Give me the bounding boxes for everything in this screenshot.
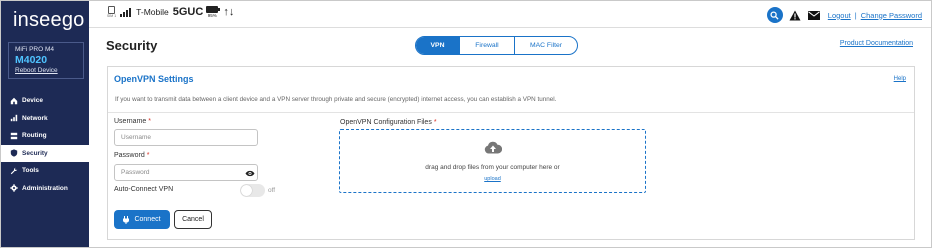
password-input[interactable] bbox=[114, 164, 258, 181]
eye-icon[interactable] bbox=[245, 169, 255, 177]
username-input[interactable] bbox=[114, 129, 258, 146]
routing-icon bbox=[9, 131, 18, 140]
username-label: Username * bbox=[114, 118, 152, 125]
sidebar-item-label: Device bbox=[22, 97, 43, 105]
sidebar-item-device[interactable]: Device bbox=[1, 92, 89, 110]
brand-logo[interactable]: inseego bbox=[13, 9, 84, 32]
device-model: MiFi PRO M4 bbox=[15, 46, 54, 53]
sim-indicator: SIM 1 bbox=[107, 6, 116, 18]
gear-icon bbox=[9, 184, 18, 193]
description-text: If you want to transmit data between a c… bbox=[115, 96, 557, 103]
upload-link[interactable]: upload bbox=[340, 176, 645, 182]
change-password-link[interactable]: Change Password bbox=[861, 11, 922, 20]
mail-icon[interactable] bbox=[807, 10, 820, 20]
product-documentation-link[interactable]: Product Documentation bbox=[840, 40, 913, 47]
divider bbox=[108, 112, 914, 113]
signal-icon bbox=[9, 114, 18, 123]
connect-label: Connect bbox=[134, 216, 161, 223]
sidebar-nav: Device Network Routing Security Tools Ad… bbox=[1, 92, 89, 197]
sidebar-item-label: Routing bbox=[22, 132, 47, 140]
sidebar-item-administration[interactable]: Administration bbox=[1, 180, 89, 198]
required-marker: * bbox=[433, 119, 437, 126]
tab-firewall[interactable]: Firewall bbox=[459, 37, 514, 54]
battery-percent: 95% bbox=[207, 13, 217, 18]
wrench-icon bbox=[9, 166, 18, 175]
sidebar-item-network[interactable]: Network bbox=[1, 110, 89, 128]
cancel-button[interactable]: Cancel bbox=[174, 210, 212, 229]
toggle-knob bbox=[241, 185, 252, 196]
toggle-state-label: off bbox=[268, 187, 276, 194]
tab-vpn[interactable]: VPN bbox=[416, 37, 459, 54]
top-actions: Logout | Change Password bbox=[766, 7, 922, 23]
sidebar-item-label: Administration bbox=[22, 184, 68, 192]
device-info: MiFi PRO M4 M4020 Reboot Device bbox=[8, 42, 84, 79]
password-label: Password * bbox=[114, 152, 150, 159]
file-drop-zone[interactable]: drag and drop files from your computer h… bbox=[339, 129, 646, 193]
required-marker: * bbox=[146, 152, 150, 159]
link-separator: | bbox=[854, 10, 857, 20]
reboot-device-link[interactable]: Reboot Device bbox=[15, 67, 77, 74]
device-status: SIM 1 T-Mobile 5GUC 95% ↑↓ bbox=[107, 6, 234, 18]
drop-instructions: drag and drop files from your computer h… bbox=[425, 164, 560, 171]
openvpn-settings-card: OpenVPN Settings Help If you want to tra… bbox=[107, 66, 915, 240]
required-marker: * bbox=[148, 118, 152, 125]
help-link[interactable]: Help bbox=[894, 76, 906, 82]
sidebar-item-label: Tools bbox=[22, 167, 39, 175]
auto-connect-label: Auto-Connect VPN bbox=[114, 186, 174, 193]
device-name: M4020 bbox=[15, 54, 48, 66]
page-title: Security bbox=[106, 38, 158, 53]
sidebar-item-label: Network bbox=[22, 114, 48, 122]
network-type: 5GUC bbox=[172, 6, 204, 18]
plug-icon bbox=[123, 215, 130, 224]
tab-mac-filter[interactable]: MAC Filter bbox=[514, 37, 577, 54]
sidebar-item-security[interactable]: Security bbox=[1, 144, 89, 162]
sidebar-item-label: Security bbox=[22, 149, 48, 157]
cloud-upload-icon bbox=[484, 141, 502, 154]
carrier-name: T-Mobile bbox=[136, 7, 169, 17]
status-bar: SIM 1 T-Mobile 5GUC 95% ↑↓ Logout | Chan… bbox=[89, 1, 931, 28]
sim-card-icon bbox=[108, 6, 116, 14]
sim-label: SIM 1 bbox=[107, 14, 117, 18]
sidebar-item-routing[interactable]: Routing bbox=[1, 127, 89, 145]
battery-icon bbox=[206, 6, 221, 13]
connect-button[interactable]: Connect bbox=[114, 210, 170, 229]
config-files-label: OpenVPN Configuration Files * bbox=[340, 119, 437, 126]
auto-connect-toggle[interactable] bbox=[240, 184, 265, 197]
sidebar: inseego MiFi PRO M4 M4020 Reboot Device … bbox=[1, 1, 89, 247]
security-tabs: VPN Firewall MAC Filter bbox=[415, 36, 578, 55]
data-transfer-icon: ↑↓ bbox=[223, 6, 235, 18]
sidebar-item-tools[interactable]: Tools bbox=[1, 162, 89, 180]
logout-link[interactable]: Logout bbox=[828, 11, 851, 20]
warning-icon[interactable] bbox=[789, 10, 801, 21]
home-icon bbox=[9, 96, 18, 105]
search-icon bbox=[770, 10, 779, 20]
signal-strength-icon bbox=[120, 7, 132, 17]
search-button[interactable] bbox=[766, 7, 783, 23]
battery-indicator: 95% bbox=[206, 6, 221, 18]
card-title: OpenVPN Settings bbox=[114, 74, 194, 84]
shield-icon bbox=[9, 149, 18, 158]
